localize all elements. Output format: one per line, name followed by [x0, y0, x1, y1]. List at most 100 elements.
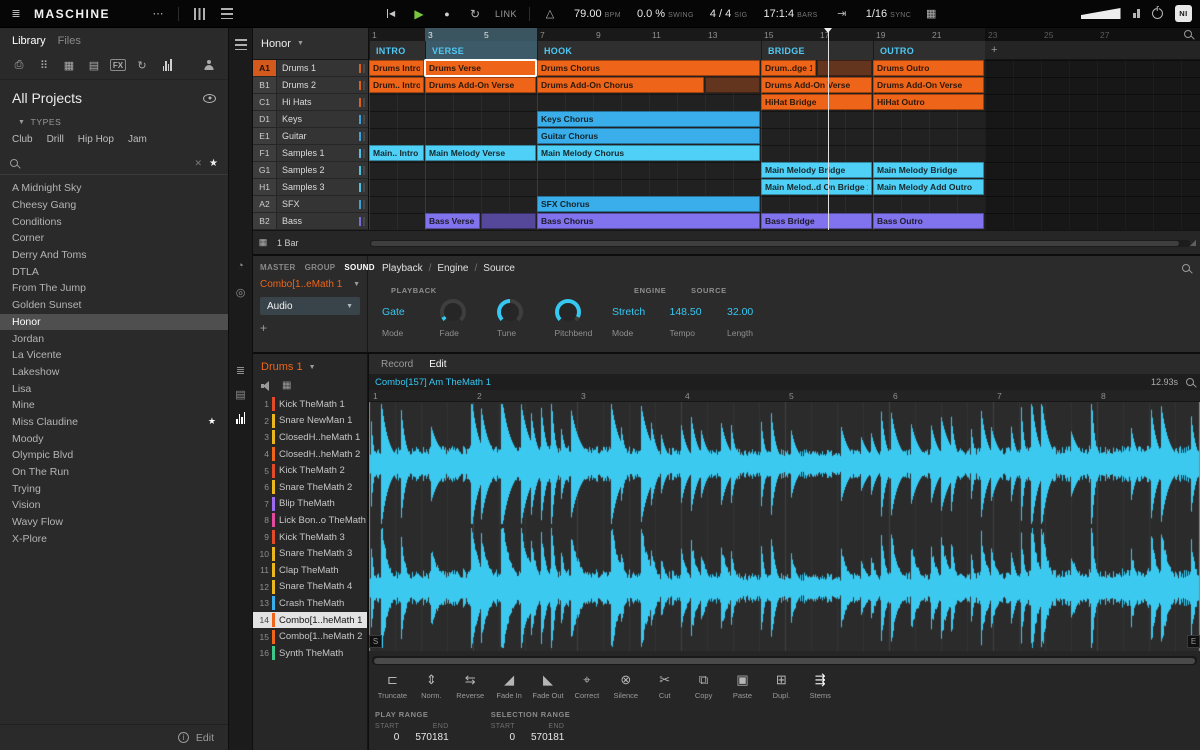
clip[interactable]: Keys Chorus [537, 111, 760, 127]
sound-slot[interactable]: 6Snare TheMath 2 [253, 479, 367, 496]
knob[interactable] [555, 299, 581, 325]
audio-engine-toggle[interactable] [1152, 8, 1163, 19]
events-view-icon[interactable]: ≣ [229, 360, 252, 380]
truncate-button[interactable]: ⊏Truncate [373, 672, 412, 700]
track-header[interactable]: C1Hi Hats [253, 94, 368, 111]
grid-icon[interactable]: ▦ [255, 235, 271, 251]
transport-field[interactable]: 79.00BPM [574, 8, 621, 20]
clip[interactable]: Main Melody Bridge [873, 162, 984, 178]
breadcrumb-engine[interactable]: Engine [437, 263, 468, 274]
resize-handle-icon[interactable]: ◢ [1190, 238, 1196, 247]
project-item[interactable]: On The Run [0, 464, 228, 481]
breadcrumb-playback[interactable]: Playback [382, 263, 423, 274]
transport-field[interactable]: 17:1:4BARS [763, 8, 817, 20]
param-fade[interactable]: Fade [440, 298, 498, 338]
pad-label[interactable]: F1 [253, 145, 276, 161]
paste-button[interactable]: ▣Paste [723, 672, 762, 700]
keyboard-view-icon[interactable]: ▤ [229, 384, 252, 404]
knob[interactable] [440, 299, 466, 325]
clip[interactable]: Bass Chorus [537, 213, 760, 229]
sound-slot[interactable]: 1Kick TheMath 1 [253, 396, 367, 413]
project-item[interactable]: X-Plore [0, 530, 228, 547]
info-icon[interactable]: i [178, 732, 189, 743]
scene-intro[interactable]: INTRO [369, 41, 425, 60]
plugin-icon[interactable]: ◎ [229, 282, 252, 302]
waveform-zoom-icon[interactable] [1186, 378, 1194, 386]
track-lane[interactable]: Main.. IntroMain Melody VerseMain Melody… [369, 145, 1200, 162]
clip[interactable]: Bass Outro [873, 213, 984, 229]
sound-slot[interactable]: 11Clap TheMath [253, 562, 367, 579]
normalize-button[interactable]: ⇕Norm. [412, 672, 451, 700]
loop-button[interactable]: ↻ [467, 6, 483, 22]
grid-filter-icon[interactable]: ⠿ [35, 57, 53, 73]
project-item[interactable]: La Vicente [0, 347, 228, 364]
add-plugin-button[interactable]: + [260, 321, 272, 335]
fade-in-button[interactable]: ◢Fade In [490, 672, 529, 700]
preview-eye-icon[interactable] [203, 94, 216, 103]
fx-filter-icon[interactable]: FX [110, 59, 126, 71]
pad-label[interactable]: G1 [253, 162, 276, 178]
tab-record[interactable]: Record [381, 359, 413, 370]
sound-slot[interactable]: 5Kick TheMath 2 [253, 462, 367, 479]
end-marker[interactable]: E [1187, 635, 1200, 648]
pad-label[interactable]: B2 [253, 213, 276, 229]
clip[interactable]: Main Melody Add Outro [873, 179, 984, 195]
clip[interactable]: Drums Verse [425, 60, 536, 76]
type-tag[interactable]: Hip Hop [78, 134, 114, 145]
types-filter[interactable]: ▼ TYPES [0, 108, 228, 127]
play-range-end-value[interactable]: 570181 [415, 732, 448, 743]
keyboard-filter-icon[interactable]: ▤ [85, 57, 103, 73]
duplicate-button[interactable]: ⊞Dupl. [762, 672, 801, 700]
app-menu-icon[interactable]: ≣ [8, 6, 24, 22]
param-value[interactable]: Stretch [612, 298, 670, 326]
arranger-zoom-icon[interactable] [1184, 30, 1192, 38]
track-name[interactable]: Keys [277, 111, 368, 127]
record-button[interactable]: ● [439, 6, 455, 22]
arranger-scrollbar[interactable] [370, 240, 1190, 247]
track-name[interactable]: Samples 1 [277, 145, 368, 161]
clip[interactable]: Main Melody Verse [425, 145, 536, 161]
project-item[interactable]: Wavy Flow [0, 514, 228, 531]
track-lane[interactable]: Bass VerseBass ChorusBass BridgeBass Out… [369, 213, 1200, 230]
track-lane[interactable]: Drums IntroDrums VerseDrums ChorusDrum..… [369, 60, 1200, 77]
scene-hook[interactable]: HOOK [537, 41, 761, 60]
copy-button[interactable]: ⧉Copy [684, 672, 723, 700]
param-search-icon[interactable] [1182, 264, 1190, 272]
pad-label[interactable]: A2 [253, 196, 276, 212]
project-item[interactable]: Olympic Blvd [0, 447, 228, 464]
track-name[interactable]: Guitar [277, 128, 368, 144]
sound-slot[interactable]: 4ClosedH..heMath 2 [253, 446, 367, 463]
track-lane[interactable]: Guitar Chorus [369, 128, 1200, 145]
project-item[interactable]: A Midnight Sky [0, 180, 228, 197]
sound-slot[interactable]: 12Snare TheMath 4 [253, 579, 367, 596]
param-value[interactable]: Gate [382, 298, 440, 326]
scene-verse[interactable]: VERSE [425, 41, 537, 60]
project-item[interactable]: From The Jump [0, 280, 228, 297]
add-section-button[interactable]: + [991, 44, 997, 56]
group-selector[interactable]: Drums 1 ▼ [253, 354, 367, 373]
sync-field[interactable]: 1/16 SYNC [866, 8, 911, 20]
sound-slot[interactable]: 9Kick TheMath 3 [253, 529, 367, 546]
project-item[interactable]: Jordan [0, 330, 228, 347]
channel-properties-icon[interactable]: ◔ [229, 256, 252, 276]
clip[interactable]: Main Melody Chorus [537, 145, 760, 161]
browser-toggle-icon[interactable] [191, 6, 207, 22]
clip[interactable]: Drums Add-On Chorus [537, 77, 704, 93]
track-lane[interactable]: Main Melod..d On Bridge 1Main Melody Add… [369, 179, 1200, 196]
project-item[interactable]: Miss Claudine★ [0, 414, 228, 431]
clip[interactable]: Drums Add-On Verse [873, 77, 984, 93]
arranger-view-icon[interactable] [229, 34, 252, 54]
param-value[interactable]: 32.00 [727, 298, 785, 326]
edit-button[interactable]: Edit [196, 732, 214, 744]
pad-label[interactable]: B1 [253, 77, 276, 93]
project-item[interactable]: Corner [0, 230, 228, 247]
clip[interactable]: Bass Bridge [761, 213, 872, 229]
oneshot-filter-icon[interactable] [158, 57, 176, 73]
project-item[interactable]: Moody [0, 430, 228, 447]
options-menu-icon[interactable]: ⋯ [150, 6, 166, 22]
clip[interactable]: Drums Add-On Verse [761, 77, 872, 93]
clip[interactable]: Main Melod..d On Bridge 1 [761, 179, 872, 195]
skip-back-icon[interactable]: ◀ [383, 6, 399, 22]
waveform-scrollbar[interactable] [372, 656, 1197, 665]
sound-slot[interactable]: 14Combo[1..heMath 1 [253, 612, 367, 629]
